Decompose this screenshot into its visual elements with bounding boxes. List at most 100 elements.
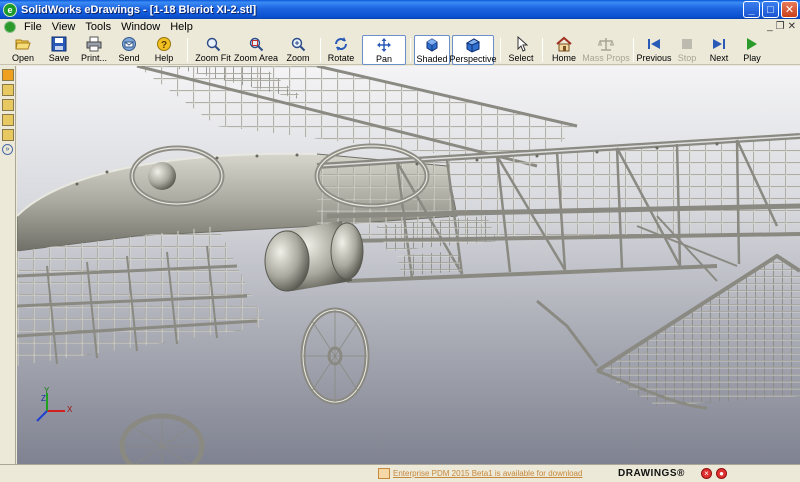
zoom-label: Zoom (286, 53, 310, 63)
zoom-area-button[interactable]: Zoom Area (233, 35, 279, 65)
previous-button[interactable]: Previous (636, 35, 672, 65)
previous-label: Previous (636, 53, 672, 63)
main-toolbar: Open Save Print... Send ? Help Zoom Fit … (0, 35, 800, 65)
send-label: Send (118, 53, 140, 63)
toolbar-separator (500, 38, 501, 62)
next-button[interactable]: Next (704, 35, 734, 65)
left-panel-tabs: » (0, 66, 16, 464)
zoom-area-label: Zoom Area (233, 53, 279, 63)
home-button[interactable]: Home (548, 35, 580, 65)
doc-close-icon[interactable]: ✕ (788, 21, 796, 32)
print-label: Print... (80, 53, 107, 63)
doc-restore-icon[interactable]: ❐ (776, 21, 785, 32)
mass-props-button[interactable]: Mass Props (582, 35, 630, 65)
open-button[interactable]: Open (8, 35, 38, 65)
zoom-area-icon (249, 37, 264, 52)
pan-button[interactable]: Pan (362, 35, 406, 65)
play-button[interactable]: Play (738, 35, 766, 65)
toolbar-separator (410, 38, 411, 62)
previous-icon (648, 39, 660, 49)
send-button[interactable]: Send (114, 35, 144, 65)
toolbar-separator (542, 38, 543, 62)
help-icon: ? (157, 37, 171, 51)
zoom-fit-icon (206, 37, 221, 52)
toolbar-separator (187, 38, 188, 62)
shaded-cube-icon (426, 38, 438, 52)
markup-icon[interactable] (2, 84, 14, 96)
save-button[interactable]: Save (44, 35, 74, 65)
zoom-icon (291, 37, 306, 52)
help-label: Help (154, 53, 174, 63)
menu-bar: File View Tools Window Help _ ❐ ✕ (0, 19, 800, 35)
close-icon[interactable]: ✕ (781, 1, 798, 18)
triad-z-label: Z (41, 394, 46, 403)
select-label: Select (508, 53, 534, 63)
notification-icon (378, 468, 390, 479)
rotate-label: Rotate (327, 53, 355, 63)
mass-props-icon (598, 38, 614, 51)
expand-chevrons-icon[interactable]: » (2, 144, 13, 155)
save-label: Save (48, 53, 70, 63)
edrawings-icon: e (3, 2, 17, 17)
mass-props-label: Mass Props (582, 53, 630, 63)
toolbar-separator (633, 38, 634, 62)
maximize-icon[interactable]: □ (762, 1, 779, 18)
document-window-controls: _ ❐ ✕ (767, 21, 796, 32)
doc-minimize-icon[interactable]: _ (767, 21, 773, 32)
zoom-button[interactable]: Zoom (283, 35, 313, 65)
zoom-fit-label: Zoom Fit (195, 53, 231, 63)
bleriot-xi-wireframe-model (17, 66, 800, 464)
open-folder-icon (15, 39, 31, 50)
record-icon[interactable]: ● (716, 468, 727, 479)
home-icon (556, 36, 572, 52)
sheets-icon[interactable] (2, 114, 14, 126)
pan-icon (377, 38, 391, 52)
home-label: Home (551, 53, 576, 63)
shaded-button[interactable]: Shaded (414, 35, 450, 65)
save-disk-icon (51, 36, 67, 52)
next-label: Next (709, 53, 729, 63)
menu-help[interactable]: Help (165, 21, 198, 33)
window-controls: _ □ ✕ (743, 1, 798, 18)
status-message-link[interactable]: Enterprise PDM 2015 Beta1 is available f… (393, 469, 582, 478)
print-button[interactable]: Print... (77, 35, 111, 65)
stop-circle-icon[interactable]: × (701, 468, 712, 479)
next-icon (713, 39, 725, 49)
help-button[interactable]: ? Help (149, 35, 179, 65)
perspective-label: Perspective (449, 54, 497, 64)
components-icon[interactable] (2, 69, 14, 81)
rotate-icon (335, 37, 347, 51)
play-icon (747, 38, 757, 50)
shaded-label: Shaded (416, 54, 448, 64)
menu-view[interactable]: View (47, 21, 81, 33)
edrawings-brand: DRAWINGS® (618, 468, 685, 479)
play-label: Play (743, 53, 761, 63)
minimize-icon[interactable]: _ (743, 1, 760, 18)
toolbar-separator (320, 38, 321, 62)
stop-button[interactable]: Stop (674, 35, 700, 65)
title-bar: e SolidWorks eDrawings - [1-18 Bleriot X… (0, 0, 800, 19)
printer-icon (86, 36, 102, 52)
perspective-cube-icon (465, 38, 481, 53)
rotate-button[interactable]: Rotate (325, 35, 357, 65)
stop-icon (682, 39, 692, 49)
select-arrow-icon (517, 36, 529, 52)
perspective-button[interactable]: Perspective (449, 35, 497, 65)
window-title: SolidWorks eDrawings - [1-18 Bleriot XI-… (21, 3, 257, 16)
menu-tools[interactable]: Tools (80, 21, 116, 33)
measure-icon[interactable] (2, 99, 14, 111)
select-button[interactable]: Select (506, 35, 536, 65)
pan-label: Pan (375, 54, 392, 64)
open-label: Open (11, 53, 35, 63)
status-bar: Enterprise PDM 2015 Beta1 is available f… (0, 464, 800, 482)
send-mail-icon (122, 37, 136, 51)
svg-text:?: ? (161, 40, 167, 51)
document-icon[interactable] (4, 21, 16, 33)
stop-label: Stop (677, 53, 697, 63)
model-viewport[interactable]: X Y Z (17, 66, 800, 464)
stamp-icon[interactable] (2, 129, 14, 141)
triad-x-label: X (67, 405, 73, 414)
zoom-fit-button[interactable]: Zoom Fit (194, 35, 232, 65)
menu-window[interactable]: Window (116, 21, 165, 33)
menu-file[interactable]: File (19, 21, 47, 33)
